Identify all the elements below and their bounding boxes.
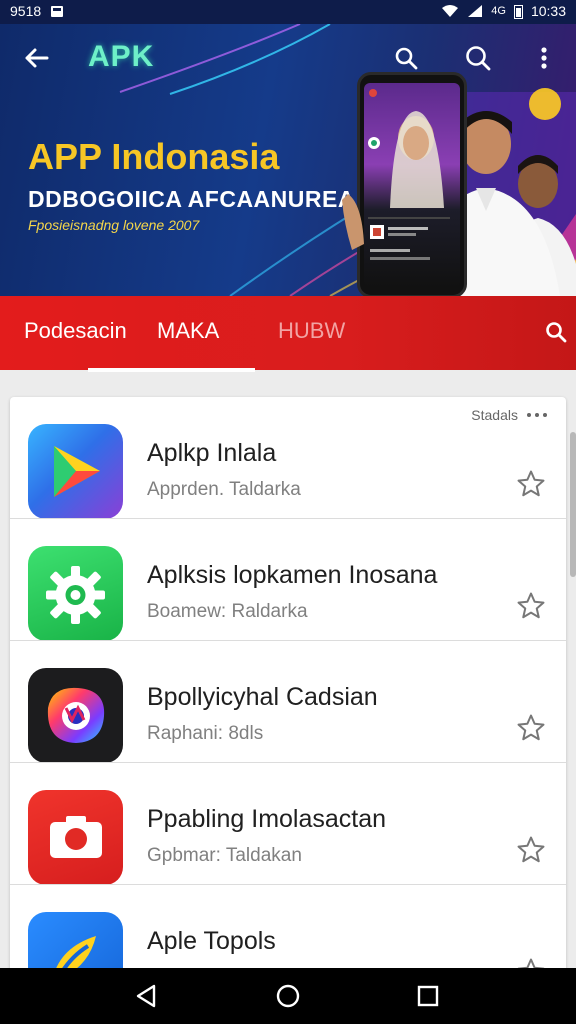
app-name: Aplkp Inlala xyxy=(147,439,277,467)
nav-back-button[interactable] xyxy=(132,982,160,1010)
list-item[interactable]: Aplksis lopkamen Inosana Boamew: Raldark… xyxy=(10,519,566,641)
search-icon xyxy=(546,322,567,343)
network-type: 4G xyxy=(491,5,506,17)
app-name: Aplksis lopkamen Inosana xyxy=(147,561,438,589)
banner-subtitle: DDBOGOIICA AFCAANUREA xyxy=(28,186,355,212)
star-outline-icon[interactable] xyxy=(516,591,546,621)
tab-maka[interactable]: MAKA xyxy=(157,318,219,344)
tab-search-button[interactable] xyxy=(538,314,574,350)
tab-podesacin[interactable]: Podesacin xyxy=(24,318,127,344)
notification-icon xyxy=(51,5,64,17)
status-time-right: 10:33 xyxy=(530,3,566,19)
banner-title: APP Indonasia xyxy=(28,136,280,177)
banner-hand xyxy=(342,194,364,250)
nav-home-button[interactable] xyxy=(274,982,302,1010)
banner-phone-mockup xyxy=(357,72,467,296)
category-tab-bar: Podesacin MAKA HUBW xyxy=(0,296,576,370)
app-icon xyxy=(28,424,123,519)
back-arrow-icon xyxy=(25,48,49,68)
list-item[interactable]: Aplkp Inlala Apprden. Taldarka xyxy=(10,397,566,519)
app-brand: APK xyxy=(88,40,155,73)
star-outline-icon[interactable] xyxy=(516,713,546,743)
tab-hubw[interactable]: HUBW xyxy=(278,318,345,344)
search-button-secondary[interactable] xyxy=(458,38,498,78)
list-item[interactable]: Bpollyicyhal Cadsian Raphani: 8dls xyxy=(10,641,566,763)
gear-icon xyxy=(46,566,105,624)
status-bar: 9518 4G 10:33 xyxy=(0,0,576,24)
app-icon xyxy=(28,790,123,885)
app-icon xyxy=(28,668,123,763)
list-item[interactable]: Ppabling Imolasactan Gpbmar: Taldakan xyxy=(10,763,566,885)
star-outline-icon[interactable] xyxy=(516,469,546,499)
app-name: Bpollyicyhal Cadsian xyxy=(147,683,378,711)
signal-icon xyxy=(468,5,483,17)
nav-recents-icon xyxy=(417,985,439,1007)
app-subtitle: Gpbmar: Taldakan xyxy=(147,845,302,866)
system-navigation-bar xyxy=(0,968,576,1024)
app-subtitle: Apprden. Taldarka xyxy=(147,479,301,500)
header-banner: APK APP Indonasia DDBOGOIICA AFCAANUREA … xyxy=(0,24,576,296)
search-icon xyxy=(395,47,418,70)
nav-recents-button[interactable] xyxy=(414,982,442,1010)
nav-home-icon xyxy=(276,984,300,1008)
app-toolbar: APK xyxy=(0,24,576,92)
app-name: Aple Topols xyxy=(147,927,276,955)
wifi-icon xyxy=(442,5,459,17)
play-triangle-icon xyxy=(54,446,100,497)
active-tab-indicator xyxy=(88,368,255,372)
camera-lens-icon xyxy=(47,687,105,743)
more-options-button[interactable] xyxy=(524,38,564,78)
nav-back-icon xyxy=(136,984,156,1008)
app-subtitle: Raphani: 8dls xyxy=(147,723,264,744)
app-icon xyxy=(28,546,123,641)
status-time-left: 9518 xyxy=(10,3,42,19)
app-subtitle: Boamew: Raldarka xyxy=(147,601,308,622)
back-button[interactable] xyxy=(16,38,56,78)
app-name: Ppabling Imolasactan xyxy=(147,805,387,833)
star-outline-icon[interactable] xyxy=(516,835,546,865)
search-icon xyxy=(466,46,491,71)
banner-caption: Fposieisnadng lovene 2007 xyxy=(28,217,200,233)
app-list-card: Stadals Aplkp Inlala Apprden. Taldarka A… xyxy=(10,397,566,977)
list-scrollbar[interactable] xyxy=(570,432,576,577)
battery-icon xyxy=(513,4,523,19)
camera-icon xyxy=(50,816,102,858)
list-item[interactable]: Aple Topols xyxy=(10,885,566,977)
more-vertical-icon xyxy=(541,47,547,69)
